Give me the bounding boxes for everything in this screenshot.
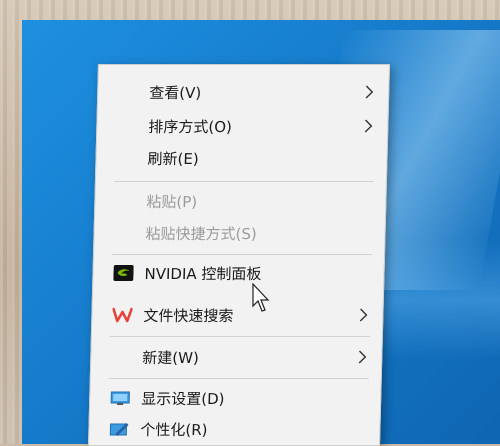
menu-item-nvidia-control-panel[interactable]: NVIDIA 控制面板 [93,258,384,288]
menu-separator [109,336,370,337]
menu-separator [108,378,369,379]
menu-separator [113,181,374,182]
menu-item-label: 粘贴快捷方式(S) [145,224,258,243]
menu-item-display-settings[interactable]: 显示设置(D) [90,383,381,413]
chevron-right-icon [358,350,367,364]
chevron-right-icon [365,85,374,99]
desktop-context-menu: 查看(V) 排序方式(O) 刷新(E) 粘贴(P) 粘贴快捷方式(S) NVID… [87,64,390,446]
menu-separator [111,254,373,255]
menu-item-label: NVIDIA 控制面板 [144,264,262,283]
menu-item-personalize[interactable]: 个性化(R) [89,414,380,444]
menu-item-paste[interactable]: 粘贴(P) [95,186,386,216]
menu-item-label: 文件快速搜索 [143,306,234,325]
menu-item-label: 新建(W) [142,348,200,367]
mouse-pointer-icon [252,283,270,312]
menu-item-label: 粘贴(P) [146,192,198,211]
menu-item-sort-by[interactable]: 排序方式(O) [97,111,388,141]
personalize-icon [108,420,130,438]
menu-item-new[interactable]: 新建(W) [91,342,382,372]
menu-item-label: 排序方式(O) [148,117,233,136]
chevron-right-icon [359,308,368,322]
menu-item-refresh[interactable]: 刷新(E) [96,143,387,173]
menu-item-paste-shortcut[interactable]: 粘贴快捷方式(S) [94,218,385,248]
nvidia-icon [112,264,134,282]
chevron-right-icon [364,119,373,133]
menu-item-view[interactable]: 查看(V) [98,77,389,107]
menu-item-file-quick-search[interactable]: 文件快速搜索 [92,300,383,330]
menu-item-label: 查看(V) [149,83,202,102]
display-icon [109,389,131,407]
menu-item-label: 刷新(E) [147,149,199,168]
menu-item-label: 个性化(R) [140,420,208,439]
wps-icon [111,306,133,324]
menu-item-label: 显示设置(D) [141,389,225,408]
